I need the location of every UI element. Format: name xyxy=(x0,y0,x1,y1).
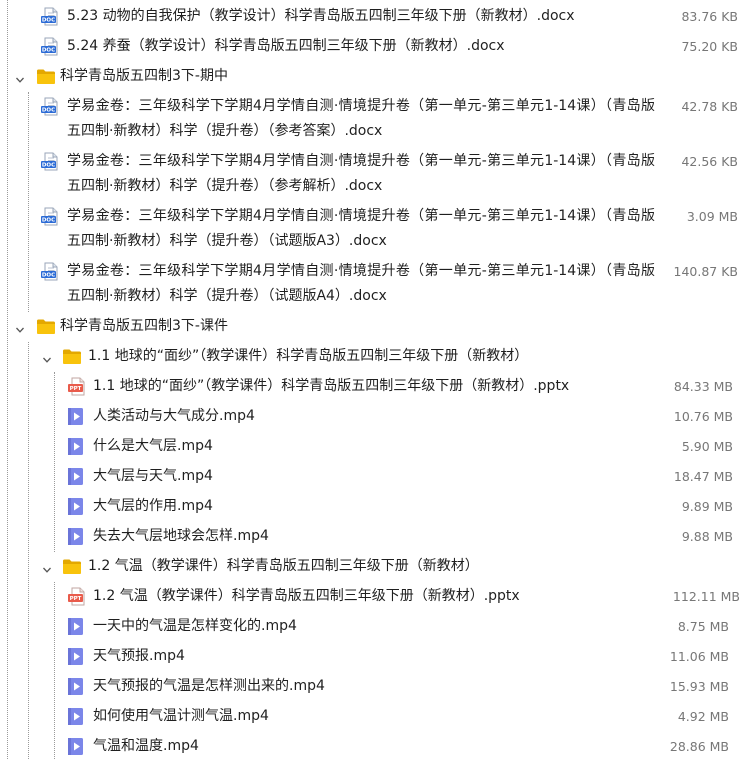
file-row[interactable]: 失去大气层地球会怎样.mp4 9.88 MB xyxy=(0,522,743,552)
file-name: 1.2 气温（教学课件）科学青岛版五四制三年级下册（新教材）.pptx xyxy=(93,588,520,604)
video-icon xyxy=(67,407,85,425)
file-size: 11.06 MB xyxy=(669,649,729,664)
file-size: 140.87 KB xyxy=(673,264,738,279)
video-icon xyxy=(67,647,85,665)
svg-text:DOC: DOC xyxy=(42,48,55,54)
file-size: 83.76 KB xyxy=(681,9,738,24)
folder-icon xyxy=(62,348,81,366)
ppt-icon: PPT xyxy=(67,587,85,606)
video-icon xyxy=(67,497,85,515)
file-size: 28.86 MB xyxy=(669,739,729,754)
file-size: 42.78 KB xyxy=(681,99,738,114)
video-icon xyxy=(67,617,85,635)
file-row[interactable]: DOC 5.24 养蚕（教学设计）科学青岛版五四制三年级下册（新教材）.docx 7… xyxy=(0,32,743,62)
file-size: 9.88 MB xyxy=(681,529,733,544)
file-row[interactable]: 什么是大气层.mp4 5.90 MB xyxy=(0,432,743,462)
file-name: 5.23 动物的自我保护（教学设计）科学青岛版五四制三年级下册（新教材）.doc… xyxy=(67,8,575,24)
word-doc-icon: DOC xyxy=(40,37,58,56)
ppt-icon: PPT xyxy=(67,377,85,396)
file-size: 84.33 MB xyxy=(673,379,733,394)
file-row[interactable]: 人类活动与大气成分.mp4 10.76 MB xyxy=(0,402,743,432)
file-name: 如何使用气温计测气温.mp4 xyxy=(93,708,269,724)
video-icon xyxy=(67,707,85,725)
svg-text:DOC: DOC xyxy=(42,18,55,24)
file-row[interactable]: 如何使用气温计测气温.mp4 4.92 MB xyxy=(0,702,743,732)
folder-name: 科学青岛版五四制3下-课件 xyxy=(60,318,228,334)
file-row[interactable]: PPT 1.2 气温（教学课件）科学青岛版五四制三年级下册（新教材）.pptx 11… xyxy=(0,582,743,612)
file-row[interactable]: 大气层的作用.mp4 9.89 MB xyxy=(0,492,743,522)
file-name: 1.1 地球的“面纱”（教学课件）科学青岛版五四制三年级下册（新教材）.pptx xyxy=(93,378,570,394)
file-name: 大气层的作用.mp4 xyxy=(93,498,213,514)
file-name: 气温和温度.mp4 xyxy=(93,738,199,754)
svg-text:DOC: DOC xyxy=(42,163,55,169)
file-size: 10.76 MB xyxy=(673,409,733,424)
chevron-down-icon[interactable] xyxy=(42,565,52,575)
svg-text:DOC: DOC xyxy=(42,108,55,114)
word-doc-icon: DOC xyxy=(40,262,58,281)
file-name: 天气预报的气温是怎样测出来的.mp4 xyxy=(93,678,325,694)
file-row[interactable]: PPT 1.1 地球的“面纱”（教学课件）科学青岛版五四制三年级下册（新教材）.p… xyxy=(0,372,743,402)
folder-row[interactable]: 1.1 地球的“面纱”（教学课件）科学青岛版五四制三年级下册（新教材） xyxy=(0,342,743,372)
folder-row[interactable]: 1.2 气温（教学课件）科学青岛版五四制三年级下册（新教材） xyxy=(0,552,743,582)
file-name: 什么是大气层.mp4 xyxy=(93,438,213,454)
file-size: 18.47 MB xyxy=(673,469,733,484)
file-row[interactable]: DOC 学易金卷：三年级科学下学期4月学情自测·情境提升卷（第一单元-第三单元1-… xyxy=(0,202,743,257)
folder-row[interactable]: 科学青岛版五四制3下-期中 xyxy=(0,62,743,92)
file-row[interactable]: DOC 学易金卷：三年级科学下学期4月学情自测·情境提升卷（第一单元-第三单元1-… xyxy=(0,147,743,202)
file-size: 112.11 MB xyxy=(672,589,740,604)
file-row[interactable]: DOC 学易金卷：三年级科学下学期4月学情自测·情境提升卷（第一单元-第三单元1-… xyxy=(0,92,743,147)
file-name: 学易金卷：三年级科学下学期4月学情自测·情境提升卷（第一单元-第三单元1-14课… xyxy=(67,98,655,139)
file-size: 5.90 MB xyxy=(681,439,733,454)
file-name: 失去大气层地球会怎样.mp4 xyxy=(93,528,269,544)
file-row[interactable]: 气温和温度.mp4 28.86 MB xyxy=(0,732,743,762)
video-icon xyxy=(67,677,85,695)
file-row[interactable]: 天气预报.mp4 11.06 MB xyxy=(0,642,743,672)
file-size: 4.92 MB xyxy=(677,709,729,724)
word-doc-icon: DOC xyxy=(40,7,58,26)
folder-icon xyxy=(36,318,55,336)
folder-row[interactable]: 科学青岛版五四制3下-课件 xyxy=(0,312,743,342)
file-name: 学易金卷：三年级科学下学期4月学情自测·情境提升卷（第一单元-第三单元1-14课… xyxy=(67,153,655,194)
svg-text:DOC: DOC xyxy=(42,218,55,224)
file-row[interactable]: DOC 学易金卷：三年级科学下学期4月学情自测·情境提升卷（第一单元-第三单元1-… xyxy=(0,257,743,312)
file-row[interactable]: 天气预报的气温是怎样测出来的.mp4 15.93 MB xyxy=(0,672,743,702)
file-name: 学易金卷：三年级科学下学期4月学情自测·情境提升卷（第一单元-第三单元1-14课… xyxy=(67,208,655,249)
svg-text:DOC: DOC xyxy=(42,273,55,279)
file-tree: DOC 5.23 动物的自我保护（教学设计）科学青岛版五四制三年级下册（新教材）.… xyxy=(0,0,743,759)
file-size: 9.89 MB xyxy=(681,499,733,514)
file-name: 学易金卷：三年级科学下学期4月学情自测·情境提升卷（第一单元-第三单元1-14课… xyxy=(67,263,655,304)
file-size: 42.56 KB xyxy=(681,154,738,169)
file-row[interactable]: 一天中的气温是怎样变化的.mp4 8.75 MB xyxy=(0,612,743,642)
video-icon xyxy=(67,437,85,455)
file-name: 一天中的气温是怎样变化的.mp4 xyxy=(93,618,297,634)
word-doc-icon: DOC xyxy=(40,207,58,226)
file-name: 5.24 养蚕（教学设计）科学青岛版五四制三年级下册（新教材）.docx xyxy=(67,38,505,54)
video-icon xyxy=(67,467,85,485)
file-row[interactable]: DOC 5.23 动物的自我保护（教学设计）科学青岛版五四制三年级下册（新教材）.… xyxy=(0,2,743,32)
svg-text:PPT: PPT xyxy=(70,386,82,392)
file-size: 8.75 MB xyxy=(677,619,729,634)
chevron-down-icon[interactable] xyxy=(42,355,52,365)
file-size: 3.09 MB xyxy=(686,209,738,224)
folder-name: 科学青岛版五四制3下-期中 xyxy=(60,68,228,84)
file-name: 天气预报.mp4 xyxy=(93,648,185,664)
file-size: 15.93 MB xyxy=(669,679,729,694)
file-name: 大气层与天气.mp4 xyxy=(93,468,213,484)
word-doc-icon: DOC xyxy=(40,152,58,171)
svg-text:PPT: PPT xyxy=(70,596,82,602)
file-name: 人类活动与大气成分.mp4 xyxy=(93,408,255,424)
folder-icon xyxy=(36,68,55,86)
video-icon xyxy=(67,737,85,755)
video-icon xyxy=(67,527,85,545)
chevron-down-icon[interactable] xyxy=(15,325,25,335)
folder-name: 1.2 气温（教学课件）科学青岛版五四制三年级下册（新教材） xyxy=(88,558,479,574)
folder-name: 1.1 地球的“面纱”（教学课件）科学青岛版五四制三年级下册（新教材） xyxy=(88,348,529,364)
word-doc-icon: DOC xyxy=(40,97,58,116)
chevron-down-icon[interactable] xyxy=(15,75,25,85)
file-size: 75.20 KB xyxy=(681,39,738,54)
file-row[interactable]: 大气层与天气.mp4 18.47 MB xyxy=(0,462,743,492)
folder-icon xyxy=(62,558,81,576)
